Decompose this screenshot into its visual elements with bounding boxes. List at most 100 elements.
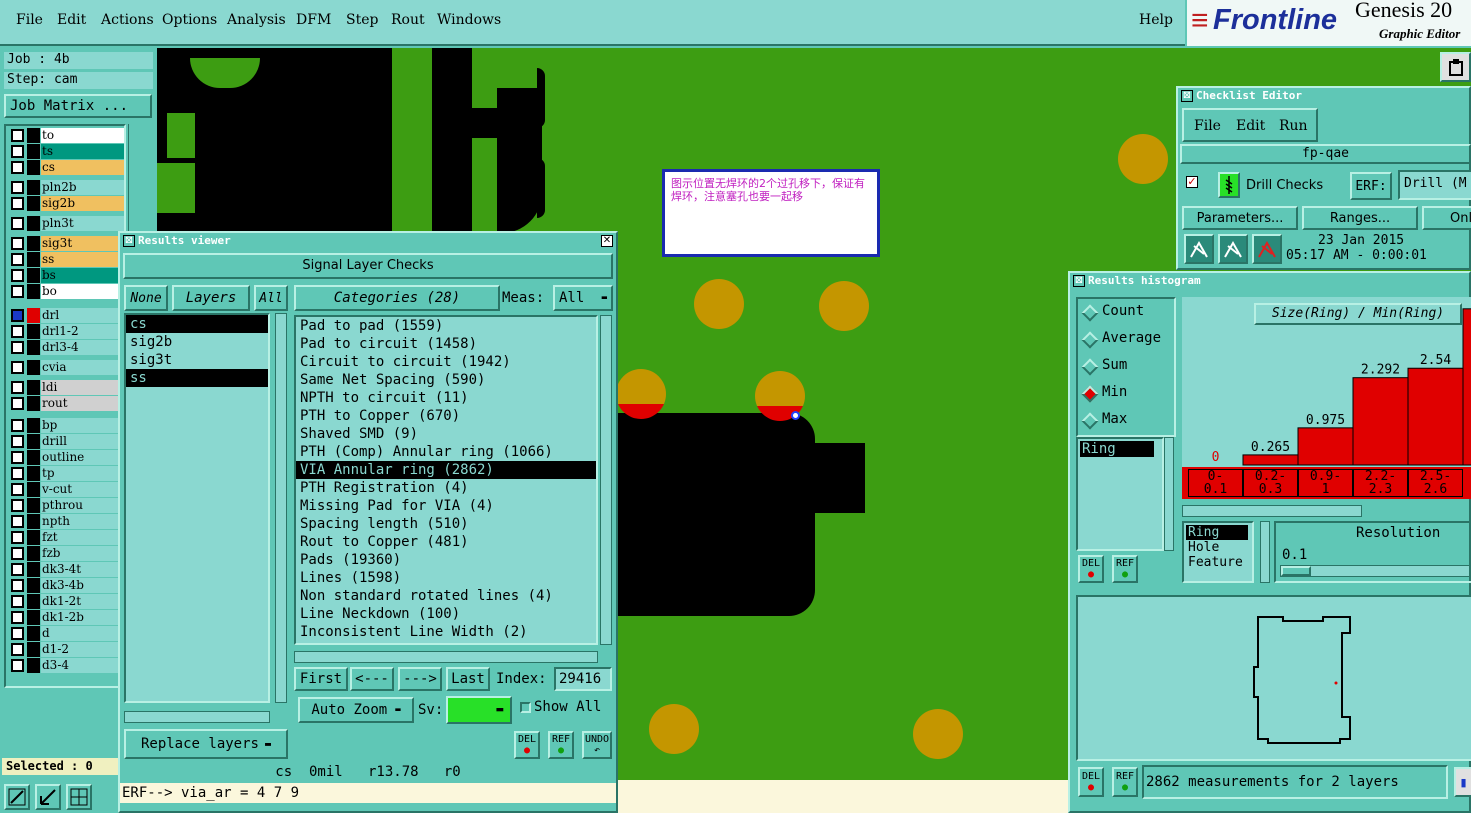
layer-name[interactable]: bp xyxy=(41,418,124,433)
check-item[interactable]: PTH to Copper (670) xyxy=(296,407,596,425)
list-item[interactable]: Feature xyxy=(1184,555,1252,570)
layer-row-fzt[interactable]: fzt xyxy=(8,530,124,545)
layer-row-bp[interactable]: bp xyxy=(8,418,124,433)
layer-color-swatch[interactable] xyxy=(27,236,40,251)
layer-name[interactable]: sig2b xyxy=(41,196,124,211)
layer-checkbox[interactable] xyxy=(11,325,24,338)
zoom-fit-icon[interactable] xyxy=(4,784,30,810)
layer-name[interactable]: fzt xyxy=(41,530,124,545)
layer-row-rout[interactable]: rout xyxy=(8,396,124,411)
mode-radio-max[interactable] xyxy=(1081,412,1099,430)
resolution-slider[interactable] xyxy=(1280,565,1470,577)
layer-list-hscrollbar[interactable] xyxy=(124,711,270,723)
layer-row-ts[interactable]: ts xyxy=(8,144,124,159)
layer-checkbox[interactable] xyxy=(11,397,24,410)
layer-row-drl3-4[interactable]: drl3-4 xyxy=(8,340,124,355)
check-item[interactable]: Circuit to circuit (1942) xyxy=(296,353,596,371)
layer-name[interactable]: cs xyxy=(41,160,124,175)
layer-row-pln3t[interactable]: pln3t xyxy=(8,216,124,231)
attr-scrollbar[interactable] xyxy=(1164,437,1174,551)
list-item[interactable]: Ring xyxy=(1186,525,1248,540)
layer-name[interactable]: rout xyxy=(41,396,124,411)
chart-icon[interactable]: ▮ xyxy=(1454,767,1471,797)
parameters-button[interactable]: Parameters... xyxy=(1182,206,1298,230)
layer-checkbox[interactable] xyxy=(11,181,24,194)
check-item[interactable]: VIA Annular ring (2862) xyxy=(296,461,596,479)
layer-color-swatch[interactable] xyxy=(27,434,40,449)
option-scrollbar[interactable] xyxy=(1260,521,1270,583)
run-check-icon[interactable] xyxy=(1252,234,1282,264)
check-item[interactable]: Pads (19360) xyxy=(296,551,596,569)
layer-row-ldi[interactable]: ldi xyxy=(8,380,124,395)
layer-color-swatch[interactable] xyxy=(27,144,40,159)
layer-list[interactable]: to ts cs pln2b sig2b pln3t sig3t ss bs bo drl drl1-… xyxy=(4,124,126,688)
check-item[interactable]: Same Net Spacing (590) xyxy=(296,371,596,389)
results-layer-list[interactable]: cs sig2b sig3t ss xyxy=(124,313,270,703)
check-item[interactable]: Line Neckdown (100) xyxy=(296,605,596,623)
layer-color-swatch[interactable] xyxy=(27,626,40,641)
layer-checkbox[interactable] xyxy=(11,197,24,210)
hist-del-button[interactable]: DEL ● xyxy=(1078,555,1104,583)
list-item[interactable]: cs xyxy=(126,315,268,333)
layer-checkbox[interactable] xyxy=(11,515,24,528)
layer-color-swatch[interactable] xyxy=(27,594,40,609)
layer-name[interactable]: dk1-2t xyxy=(41,594,124,609)
check-item[interactable]: Lines (1598) xyxy=(296,569,596,587)
layer-checkbox[interactable] xyxy=(11,309,24,322)
layer-row-d[interactable]: d xyxy=(8,626,124,641)
check-item[interactable]: Missing Pad for VIA (4) xyxy=(296,497,596,515)
layer-name[interactable]: to xyxy=(41,128,124,143)
layer-checkbox[interactable] xyxy=(11,563,24,576)
layer-color-swatch[interactable] xyxy=(27,324,40,339)
layer-color-swatch[interactable] xyxy=(27,340,40,355)
menu-dfm[interactable]: DFM xyxy=(296,12,331,28)
erf-button[interactable]: ERF: xyxy=(1350,172,1392,200)
layer-name[interactable]: drl3-4 xyxy=(41,340,124,355)
layer-row-dk1-2t[interactable]: dk1-2t xyxy=(8,594,124,609)
layer-row-ss[interactable]: ss xyxy=(8,252,124,267)
layer-name[interactable]: dk3-4b xyxy=(41,578,124,593)
replace-layers-dropdown[interactable]: Replace layers ▬ xyxy=(124,729,288,759)
grid-icon[interactable] xyxy=(66,784,92,810)
layer-name[interactable]: d1-2 xyxy=(41,642,124,657)
mode-radio-min[interactable] xyxy=(1081,385,1099,403)
layer-checkbox[interactable] xyxy=(11,237,24,250)
layer-color-swatch[interactable] xyxy=(27,380,40,395)
auto-zoom-dropdown[interactable]: Auto Zoom ▬ xyxy=(298,697,414,723)
del-button[interactable]: DEL ● xyxy=(514,731,540,759)
menu-rout[interactable]: Rout xyxy=(391,12,425,28)
checks-hscrollbar[interactable] xyxy=(294,651,598,663)
layer-row-bo[interactable]: bo xyxy=(8,284,124,299)
layer-row-sig2b[interactable]: sig2b xyxy=(8,196,124,211)
layer-name[interactable]: bo xyxy=(41,284,124,299)
layer-row-pln2b[interactable]: pln2b xyxy=(8,180,124,195)
layer-checkbox[interactable] xyxy=(11,145,24,158)
check-item[interactable]: Shaved SMD (9) xyxy=(296,425,596,443)
layer-checkbox[interactable] xyxy=(11,381,24,394)
histogram-attr-list[interactable]: Ring xyxy=(1076,437,1164,551)
layer-color-swatch[interactable] xyxy=(27,284,40,299)
layer-color-swatch[interactable] xyxy=(27,466,40,481)
ranges-button[interactable]: Ranges... xyxy=(1302,206,1418,230)
layer-color-swatch[interactable] xyxy=(27,498,40,513)
menu-analysis[interactable]: Analysis xyxy=(227,12,286,28)
erf-field[interactable]: Drill (M xyxy=(1398,170,1471,200)
layer-name[interactable]: dk3-4t xyxy=(41,562,124,577)
menu-actions[interactable]: Actions xyxy=(101,12,154,28)
layer-name[interactable]: pln3t xyxy=(41,216,124,231)
layer-row-drl1-2[interactable]: drl1-2 xyxy=(8,324,124,339)
check-enabled-checkbox[interactable]: ✓ xyxy=(1186,176,1198,188)
layer-list-scrollbar[interactable] xyxy=(275,313,287,703)
ref-button[interactable]: REF ● xyxy=(548,731,574,759)
layer-name[interactable]: pthrou xyxy=(41,498,124,513)
menu-edit[interactable]: Edit xyxy=(57,12,86,28)
first-button[interactable]: First xyxy=(294,667,348,691)
menu-step[interactable]: Step xyxy=(346,12,378,28)
layer-name[interactable]: drl1-2 xyxy=(41,324,124,339)
clipboard-icon[interactable] xyxy=(1440,52,1471,82)
check-item[interactable]: Inconsistent Line Width (2) xyxy=(296,623,596,641)
layer-row-dk3-4b[interactable]: dk3-4b xyxy=(8,578,124,593)
layer-checkbox[interactable] xyxy=(11,483,24,496)
via-pad[interactable] xyxy=(649,704,699,754)
layer-row-tp[interactable]: tp xyxy=(8,466,124,481)
